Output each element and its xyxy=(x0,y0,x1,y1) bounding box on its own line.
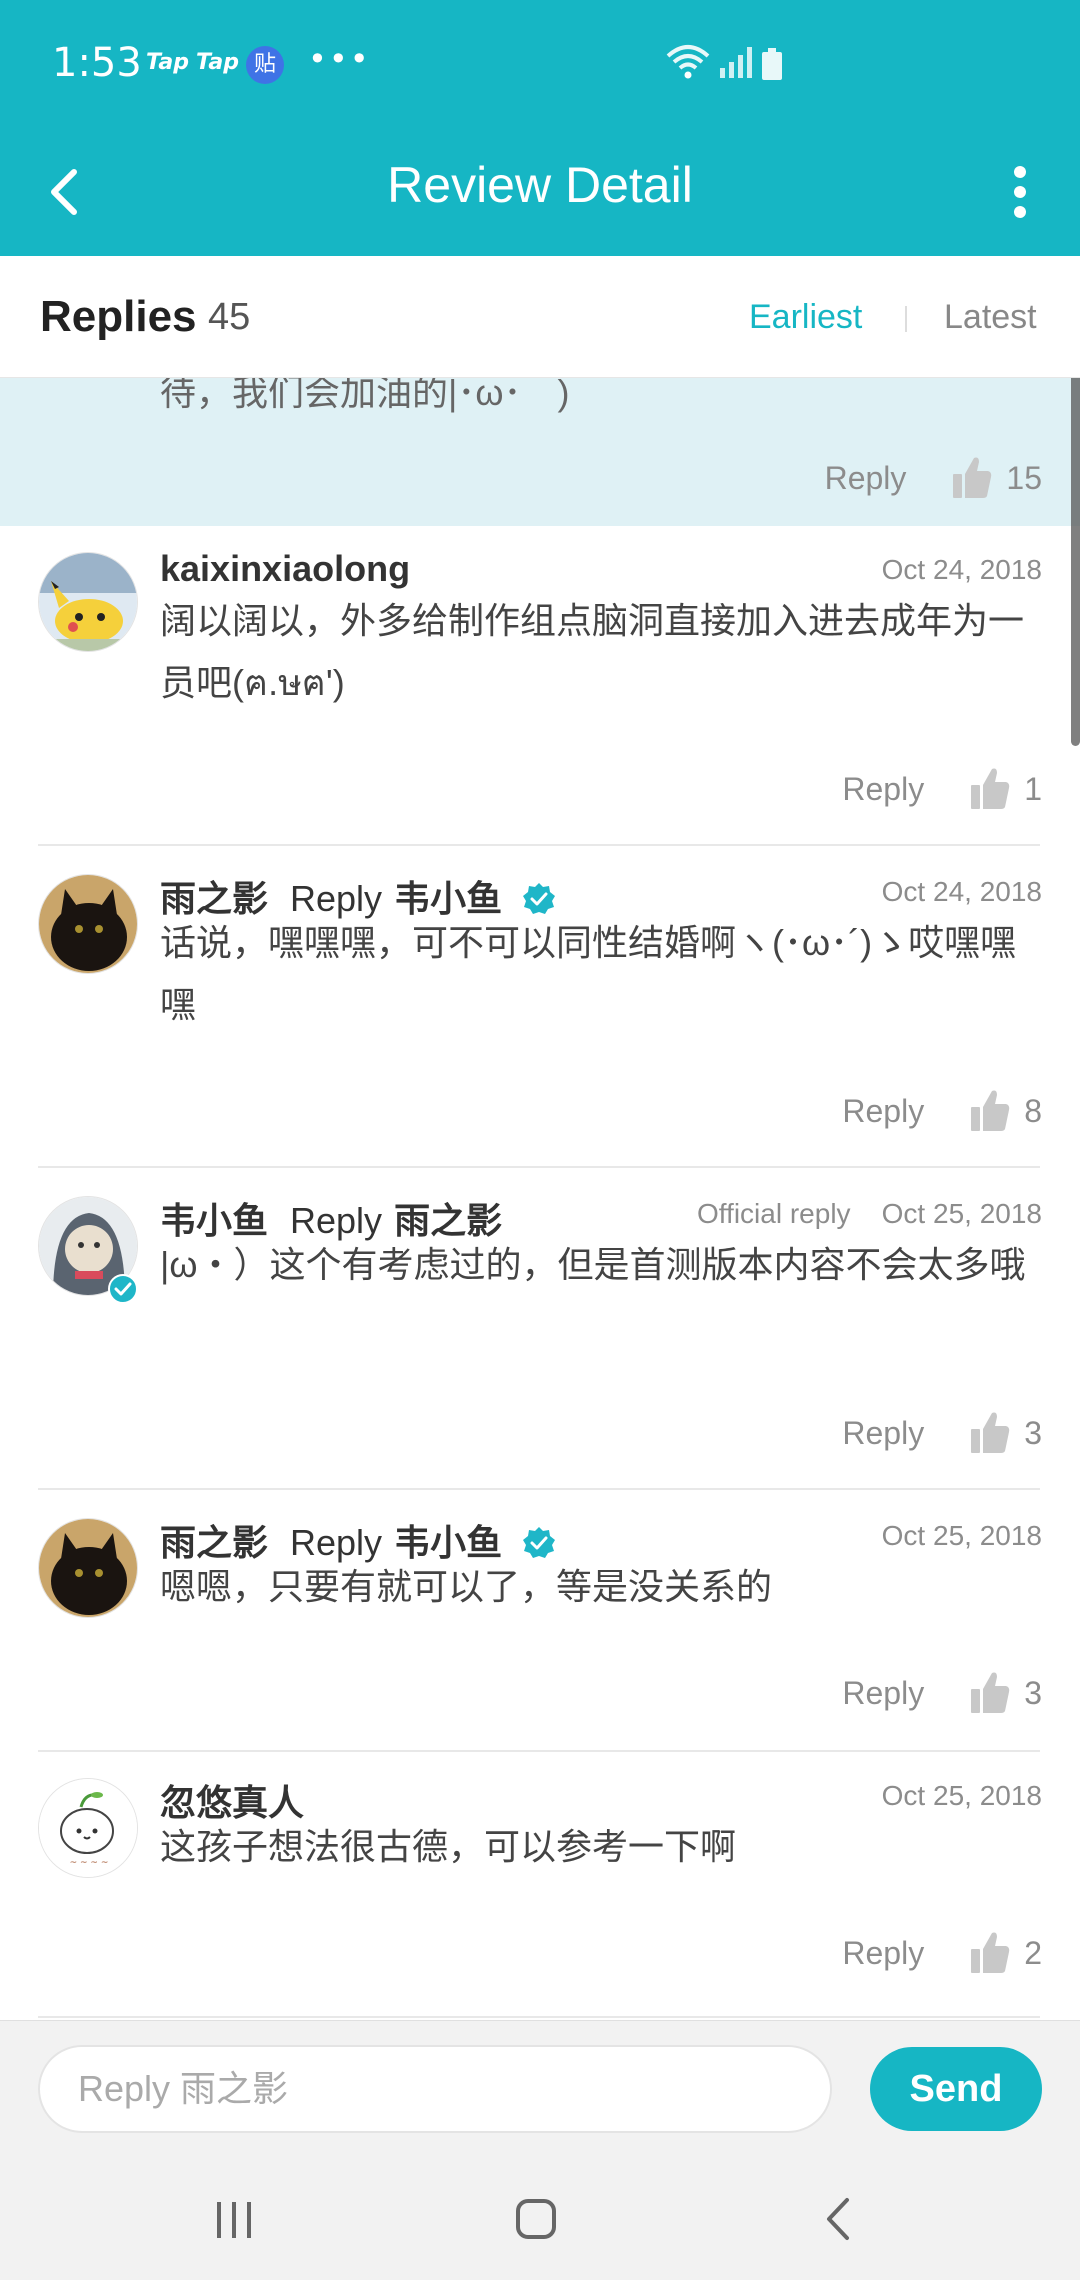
app-header: Review Detail xyxy=(0,128,1080,256)
avatar[interactable] xyxy=(38,552,138,652)
comment-actions: Reply 8 xyxy=(842,1086,1042,1136)
recent-apps-icon[interactable] xyxy=(199,2184,269,2254)
list-item: ~ ~ ~ ~ 忽悠真人 Oct 25, 2018 这孩子想法很古德，可以参考一… xyxy=(0,1752,1080,2020)
reply-button[interactable]: Reply xyxy=(842,1415,924,1452)
black-cat-avatar-image xyxy=(39,1519,137,1617)
status-time: 1:53 xyxy=(52,40,142,86)
steamed-bun-avatar-image: ~ ~ ~ ~ xyxy=(39,1779,137,1877)
sort-latest-tab[interactable]: Latest xyxy=(944,298,1037,337)
thumbs-up-icon[interactable] xyxy=(970,767,1010,811)
more-notifications-icon: ••• xyxy=(308,40,371,78)
taptap-notification-icon: Tap xyxy=(146,50,189,75)
comment-text: 话说，嘿嘿嘿，可不可以同性结婚啊ヽ(･ω･´)ゝ哎嘿嘿嘿 xyxy=(160,922,1017,1025)
comment-actions: Reply 3 xyxy=(842,1408,1042,1458)
like-count: 15 xyxy=(1006,459,1042,496)
list-item: 韦小鱼 Reply 雨之影 Official reply Oct 25, 2018 … xyxy=(0,1170,1080,1492)
comment-date: Oct 24, 2018 xyxy=(881,876,1042,907)
reply-button[interactable]: Reply xyxy=(825,460,907,497)
divider xyxy=(38,1166,1040,1168)
replies-title: Replies xyxy=(40,292,197,341)
replies-list[interactable]: 待，我们会加油的|･ω･｀) Reply 15 kaixinxiaolong O… xyxy=(0,378,1080,2020)
comment-text: 阔以阔以，外多给制作组点脑洞直接加入进去成年为一员吧(ฅ.ษฅ') xyxy=(160,600,1025,703)
taptap-notification-icon: Tap xyxy=(196,50,239,75)
comment-date: Oct 25, 2018 xyxy=(881,1198,1042,1229)
wifi-icon xyxy=(666,45,710,79)
official-reply-badge: Official reply xyxy=(697,1198,851,1229)
reply-input-bar: Send xyxy=(0,2020,1080,2154)
divider xyxy=(38,1488,1040,1490)
more-options-icon[interactable] xyxy=(990,154,1050,230)
reply-button[interactable]: Reply xyxy=(842,1935,924,1972)
back-nav-icon[interactable] xyxy=(803,2184,873,2254)
system-nav-bar xyxy=(0,2154,1080,2280)
thumbs-up-icon[interactable] xyxy=(970,1411,1010,1455)
signal-icon xyxy=(720,47,752,78)
replies-header: Replies 45 Earliest Latest xyxy=(0,256,1080,378)
avatar[interactable]: ~ ~ ~ ~ xyxy=(38,1778,138,1878)
reply-button[interactable]: Reply xyxy=(842,771,924,808)
verified-badge-icon xyxy=(523,883,556,914)
black-cat-avatar-image xyxy=(39,875,137,973)
comment-date: Oct 25, 2018 xyxy=(881,1780,1042,1811)
pikachu-avatar-image xyxy=(39,553,137,651)
battery-icon xyxy=(762,48,782,80)
thumbs-up-icon[interactable] xyxy=(970,1931,1010,1975)
comment-text: 待，我们会加油的|･ω･｀) xyxy=(160,378,570,413)
sort-earliest-tab[interactable]: Earliest xyxy=(749,298,862,337)
list-item: kaixinxiaolong Oct 24, 2018 阔以阔以，外多给制作组点… xyxy=(0,526,1080,848)
verified-badge-icon xyxy=(523,1527,556,1558)
avatar[interactable] xyxy=(38,874,138,974)
comment-text: 嗯嗯，只要有就可以了，等是没关系的 xyxy=(160,1566,773,1607)
like-count: 3 xyxy=(1024,1674,1042,1711)
list-item: 雨之影 Reply 韦小鱼 Oct 24, 2018 话说，嘿嘿嘿，可不可以同性结婚… xyxy=(0,848,1080,1170)
divider xyxy=(38,2016,1040,2018)
comment-author[interactable]: kaixinxiaolong xyxy=(160,548,410,589)
thumbs-up-icon[interactable] xyxy=(970,1089,1010,1133)
status-bar: 1:53 Tap Tap 贴 ••• xyxy=(0,0,1080,128)
comment-text: |ω・）这个有考虑过的，但是首测版本内容不会太多哦 xyxy=(160,1244,1026,1285)
home-icon[interactable] xyxy=(501,2184,571,2254)
comment-actions: Reply 15 xyxy=(825,453,1042,503)
thumbs-up-icon[interactable] xyxy=(970,1671,1010,1715)
like-count: 8 xyxy=(1024,1092,1042,1129)
comment-header: kaixinxiaolong xyxy=(160,548,410,590)
reply-input[interactable] xyxy=(38,2045,832,2133)
comment-actions: Reply 2 xyxy=(842,1928,1042,1978)
reply-button[interactable]: Reply xyxy=(842,1093,924,1130)
comment-date: Oct 25, 2018 xyxy=(881,1520,1042,1551)
svg-text:~ ~ ~ ~: ~ ~ ~ ~ xyxy=(70,1858,109,1868)
avatar[interactable] xyxy=(38,1518,138,1618)
thumbs-up-icon[interactable] xyxy=(952,456,992,500)
replies-count: 45 xyxy=(208,296,251,338)
like-count: 1 xyxy=(1024,770,1042,807)
sort-divider xyxy=(905,306,907,332)
send-button[interactable]: Send xyxy=(870,2047,1042,2131)
comment-text: 这孩子想法很古德，可以参考一下啊 xyxy=(160,1826,737,1867)
like-count: 3 xyxy=(1024,1414,1042,1451)
verified-badge-icon xyxy=(108,1274,138,1304)
comment-actions: Reply 1 xyxy=(842,764,1042,814)
comment-date: Oct 24, 2018 xyxy=(881,554,1042,585)
divider xyxy=(38,844,1040,846)
comment-actions: Reply 3 xyxy=(842,1668,1042,1718)
highlighted-reply: 待，我们会加油的|･ω･｀) Reply 15 xyxy=(0,378,1080,526)
list-item: 雨之影 Reply 韦小鱼 Oct 25, 2018 嗯嗯，只要有就可以了，等是没关… xyxy=(0,1492,1080,1752)
reply-button[interactable]: Reply xyxy=(842,1675,924,1712)
scrollbar[interactable] xyxy=(1071,316,1080,746)
tieba-notification-icon: 贴 xyxy=(246,46,284,84)
like-count: 2 xyxy=(1024,1934,1042,1971)
page-title: Review Detail xyxy=(387,157,693,213)
